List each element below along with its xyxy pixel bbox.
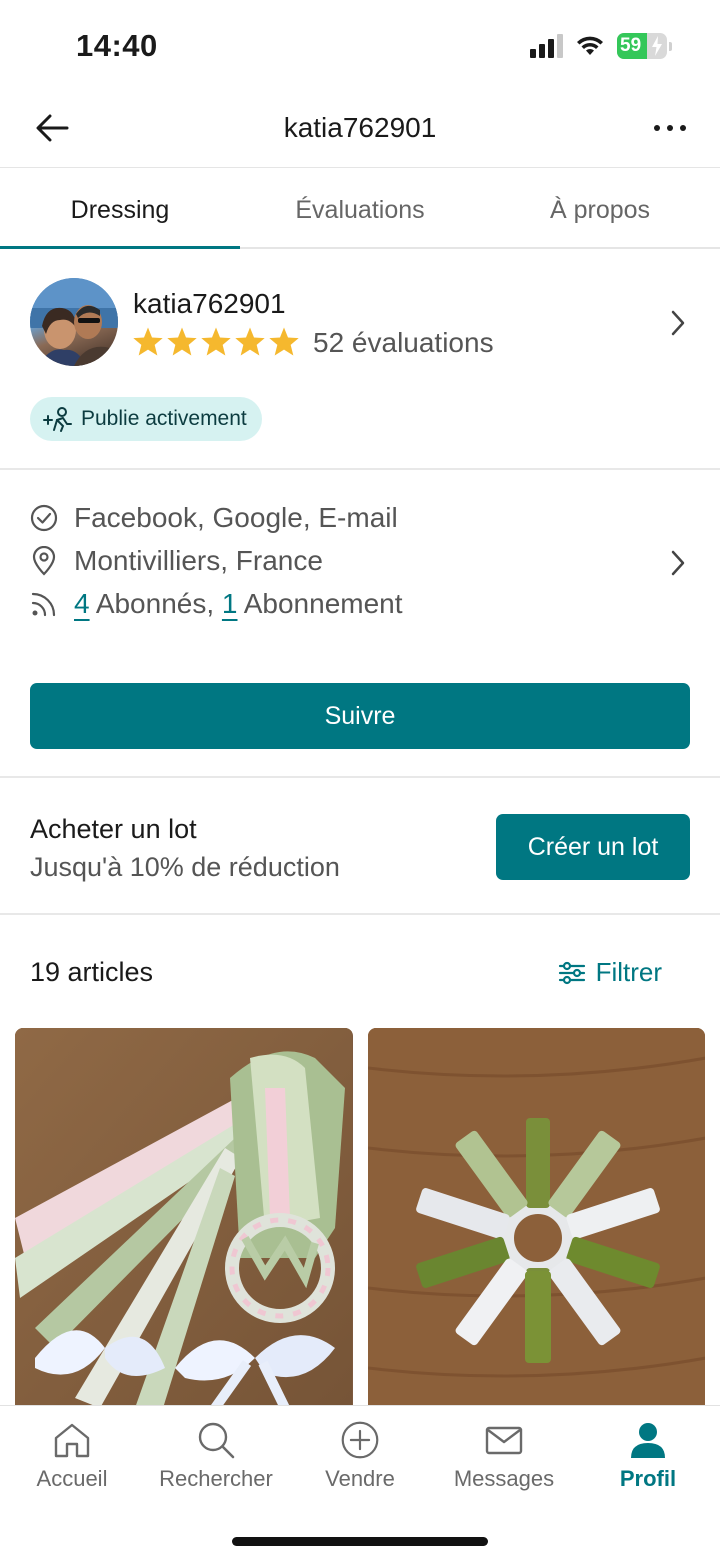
followers-count-link[interactable]: 4 <box>74 588 90 619</box>
bundle-section: Acheter un lot Jusqu'à 10% de réduction … <box>0 780 720 915</box>
profile-username: katia762901 <box>133 288 286 319</box>
battery-indicator: 59 <box>617 33 672 59</box>
articles-header: 19 articles Filtrer <box>0 917 720 1027</box>
bundle-subtitle: Jusqu'à 10% de réduction <box>30 852 340 882</box>
tab-evaluations[interactable]: Évaluations <box>240 169 480 247</box>
wifi-icon <box>577 36 603 55</box>
page-title: katia762901 <box>283 112 437 143</box>
nav-messages[interactable]: Messages <box>432 1420 576 1492</box>
profile-info: Facebook, Google, E-mail Montivilliers, … <box>0 472 720 778</box>
profile-summary[interactable]: katia762901 52 évaluations Publie active… <box>0 250 720 470</box>
star-icon <box>235 327 265 356</box>
verified-accounts: Facebook, Google, E-mail <box>74 502 398 533</box>
tab-dressing[interactable]: Dressing <box>0 169 240 249</box>
filter-label: Filtrer <box>595 957 662 987</box>
nav-sell[interactable]: Vendre <box>288 1420 432 1492</box>
article-card[interactable] <box>367 1028 705 1408</box>
battery-level: 59 <box>620 35 642 56</box>
status-icons: 59 <box>530 33 672 59</box>
article-photo <box>15 1028 352 1408</box>
rss-icon <box>30 590 58 618</box>
follow-button[interactable]: Suivre <box>30 683 690 749</box>
charging-bolt-icon <box>652 36 662 56</box>
sparkle-person-icon <box>43 407 72 432</box>
followers-text: 4 Abonnés, 1 Abonnement <box>74 588 403 619</box>
verification-row: Facebook, Google, E-mail <box>30 502 398 534</box>
bottom-navigation: Accueil Rechercher Vendre Messages Profi… <box>0 1405 720 1557</box>
tab-about[interactable]: À propos <box>480 169 720 247</box>
star-icon <box>133 327 163 356</box>
filter-button[interactable]: Filtrer <box>558 957 662 988</box>
cellular-signal-icon <box>530 34 563 58</box>
articles-count: 19 articles <box>30 957 154 987</box>
active-seller-badge: Publie activement <box>30 397 262 441</box>
location-pin-icon <box>30 546 58 576</box>
followers-row: 4 Abonnés, 1 Abonnement <box>30 588 403 620</box>
avatar <box>30 278 118 366</box>
top-app-bar: katia762901 <box>0 90 720 168</box>
check-circle-icon <box>30 504 58 532</box>
nav-home[interactable]: Accueil <box>0 1420 144 1492</box>
article-card[interactable] <box>15 1028 353 1408</box>
more-dots-icon <box>654 125 660 131</box>
badge-label: Publie activement <box>81 407 247 430</box>
plus-circle-icon <box>341 1421 379 1459</box>
chevron-right-icon[interactable] <box>670 550 686 581</box>
sliders-icon <box>558 961 585 984</box>
status-time: 14:40 <box>76 28 158 63</box>
nav-profile[interactable]: Profil <box>576 1420 720 1492</box>
status-bar: 14:40 59 <box>0 0 720 90</box>
rating-stars <box>132 326 300 357</box>
location-text: Montivilliers, France <box>74 545 323 576</box>
profile-icon <box>631 1423 665 1458</box>
create-bundle-button[interactable]: Créer un lot <box>496 814 690 880</box>
location-row[interactable]: Montivilliers, France <box>30 545 323 577</box>
article-photo <box>367 1028 705 1408</box>
mail-icon <box>485 1426 523 1455</box>
star-icon <box>167 327 197 356</box>
articles-grid <box>15 1028 705 1408</box>
rating-count: 52 évaluations <box>313 327 494 358</box>
home-indicator <box>232 1537 488 1546</box>
star-icon <box>269 327 299 356</box>
more-options-button[interactable] <box>648 112 692 144</box>
following-count-link[interactable]: 1 <box>222 588 238 619</box>
search-icon <box>198 1422 235 1459</box>
chevron-right-icon <box>670 310 686 341</box>
profile-tabs: Dressing Évaluations À propos <box>0 169 720 249</box>
home-icon <box>54 1423 90 1458</box>
nav-search[interactable]: Rechercher <box>144 1420 288 1492</box>
bundle-title: Acheter un lot <box>30 814 197 844</box>
star-icon <box>201 327 231 356</box>
